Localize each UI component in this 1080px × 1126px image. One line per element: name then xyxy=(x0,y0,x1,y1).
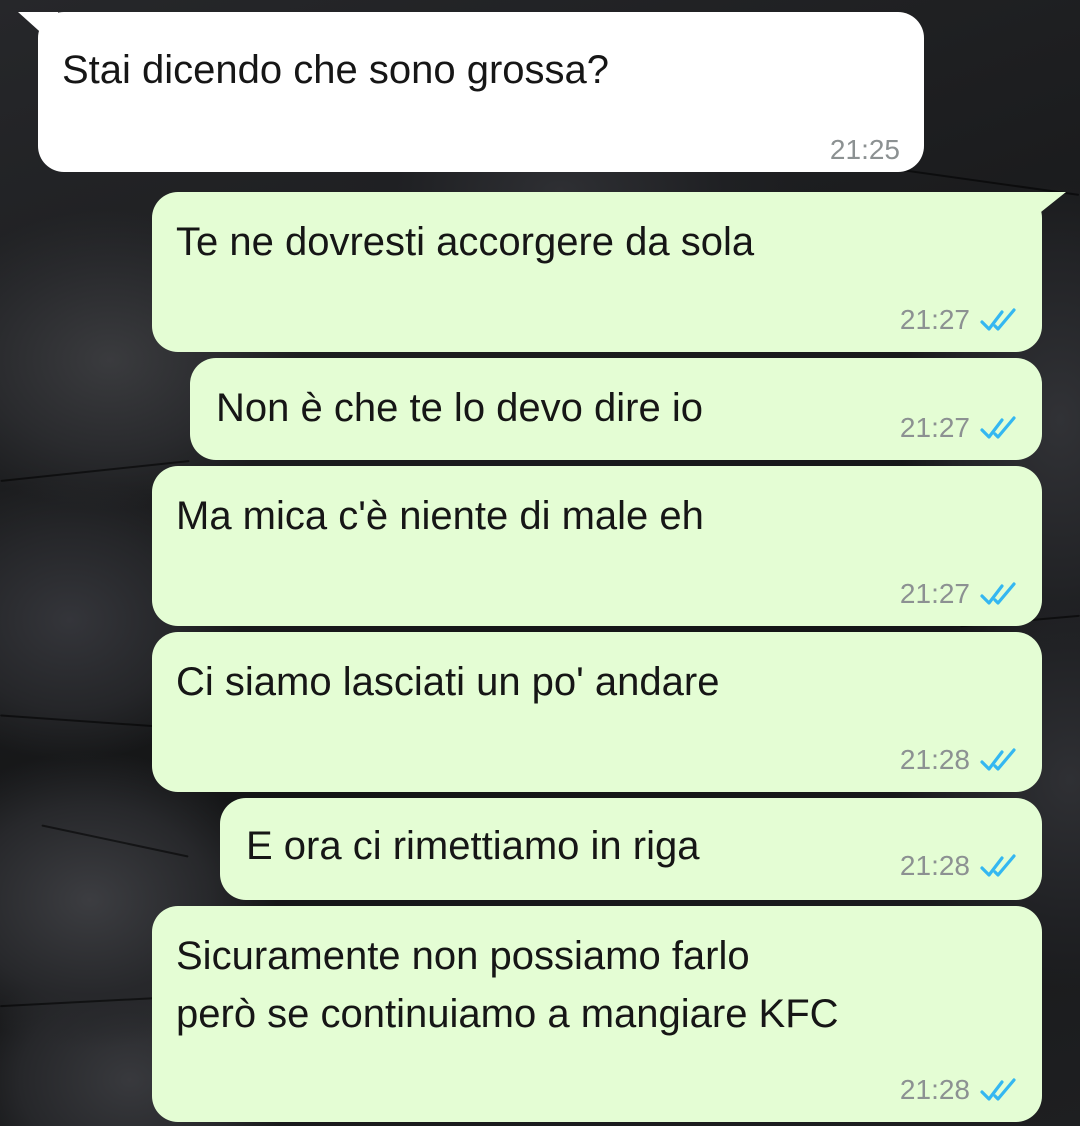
double-check-read-icon xyxy=(980,416,1016,439)
message-meta: 21:28 xyxy=(900,1072,1020,1108)
outgoing-message-bubble[interactable]: Non è che te lo devo dire io 21:27 xyxy=(190,358,1042,460)
message-text-line-1: Sicuramente non possiamo farlo xyxy=(176,934,750,978)
message-time: 21:28 xyxy=(899,1074,970,1105)
message-time: 21:27 xyxy=(899,412,970,443)
message-text: Stai dicendo che sono grossa? xyxy=(62,48,610,92)
message-time: 21:25 xyxy=(829,134,900,165)
incoming-message-bubble[interactable]: Stai dicendo che sono grossa? 21:25 xyxy=(38,12,924,172)
double-check-read-icon xyxy=(980,1078,1016,1101)
double-check-read-icon xyxy=(980,308,1016,331)
message-text: Te ne dovresti accorgere da sola xyxy=(176,220,755,264)
message-text: E ora ci rimettiamo in riga xyxy=(246,824,700,868)
message-text: Non è che te lo devo dire io xyxy=(216,386,703,430)
message-time: 21:28 xyxy=(899,850,970,881)
message-text: Ci siamo lasciati un po' andare xyxy=(176,660,720,704)
message-time: 21:28 xyxy=(899,744,970,775)
double-check-read-icon xyxy=(980,854,1016,877)
outgoing-message-bubble[interactable]: E ora ci rimettiamo in riga 21:28 xyxy=(220,798,1042,900)
outgoing-message-bubble[interactable]: Te ne dovresti accorgere da sola 21:27 xyxy=(152,192,1042,352)
outgoing-message-bubble[interactable]: Ci siamo lasciati un po' andare 21:28 xyxy=(152,632,1042,792)
message-meta: 21:28 xyxy=(900,742,1020,778)
message-meta: 21:28 xyxy=(900,848,1020,884)
message-time: 21:27 xyxy=(899,578,970,609)
message-meta: 21:27 xyxy=(900,302,1020,338)
message-time: 21:27 xyxy=(899,304,970,335)
outgoing-message-bubble[interactable]: Ma mica c'è niente di male eh 21:27 xyxy=(152,466,1042,626)
message-text: Ma mica c'è niente di male eh xyxy=(176,494,704,538)
message-meta: 21:27 xyxy=(900,576,1020,612)
outgoing-message-bubble[interactable]: Sicuramente non possiamo farlo però se c… xyxy=(152,906,1042,1122)
message-text-line-2: però se continuiamo a mangiare KFC xyxy=(176,992,839,1036)
double-check-read-icon xyxy=(980,748,1016,771)
message-meta: 21:27 xyxy=(900,410,1020,446)
double-check-read-icon xyxy=(980,582,1016,605)
message-meta: 21:25 xyxy=(830,132,900,168)
